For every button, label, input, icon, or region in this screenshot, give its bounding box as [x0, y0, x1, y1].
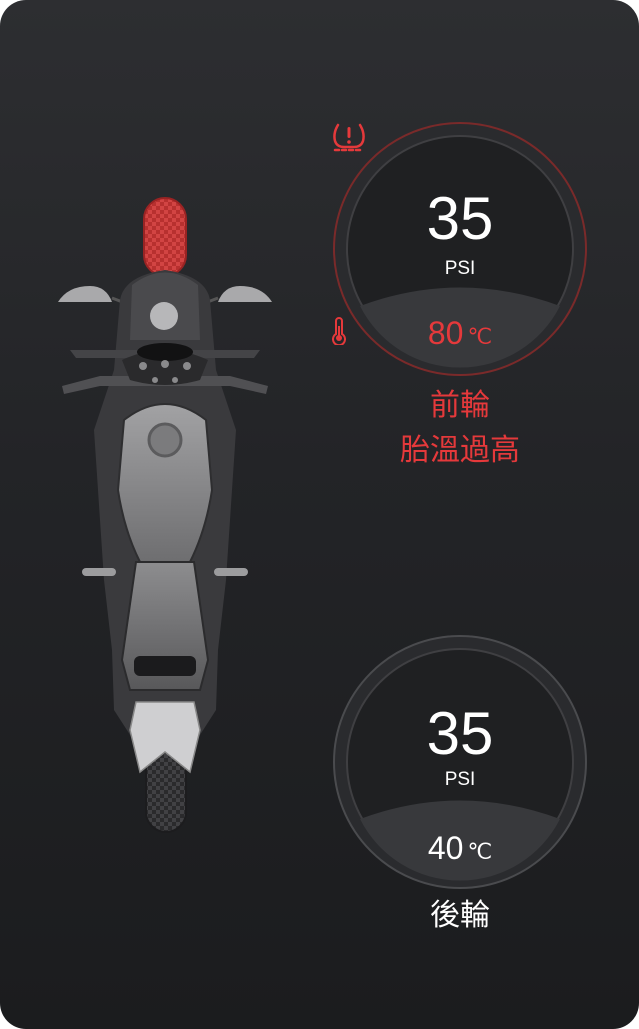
- front-temperature-value: 80: [427, 315, 464, 351]
- rear-tire-status: 後輪: [332, 893, 588, 938]
- motorcycle-icon: [58, 197, 272, 833]
- front-pressure-unit: PSI: [444, 258, 476, 279]
- tire-monitor-screen: 35 PSI 80 ℃ 前輪 胎溫過高 35 PSI 40 ℃ 後輪: [0, 0, 639, 1029]
- front-temperature-unit: ℃: [467, 324, 493, 349]
- front-tire-status: 前輪 胎溫過高: [332, 383, 588, 473]
- rear-pressure-unit: PSI: [444, 769, 476, 790]
- front-pressure-value: 35: [426, 185, 494, 252]
- front-tire-gauge: 35 PSI 80 ℃: [332, 121, 588, 377]
- rear-temperature-value: 40: [427, 830, 464, 866]
- front-tire-warning-text: 胎溫過高: [400, 433, 520, 468]
- rear-tire-gauge: 35 PSI 40 ℃: [332, 634, 588, 890]
- rear-temperature: 40 ℃: [332, 832, 588, 864]
- thermometer-icon: [332, 317, 346, 345]
- front-temperature: 80 ℃: [332, 317, 588, 349]
- rear-pressure-value: 35: [426, 700, 494, 767]
- tire-pressure-warning-icon: [333, 123, 365, 152]
- front-tire-label: 前輪: [430, 388, 490, 423]
- rear-tire-label: 後輪: [430, 898, 490, 933]
- rear-temperature-unit: ℃: [467, 839, 493, 864]
